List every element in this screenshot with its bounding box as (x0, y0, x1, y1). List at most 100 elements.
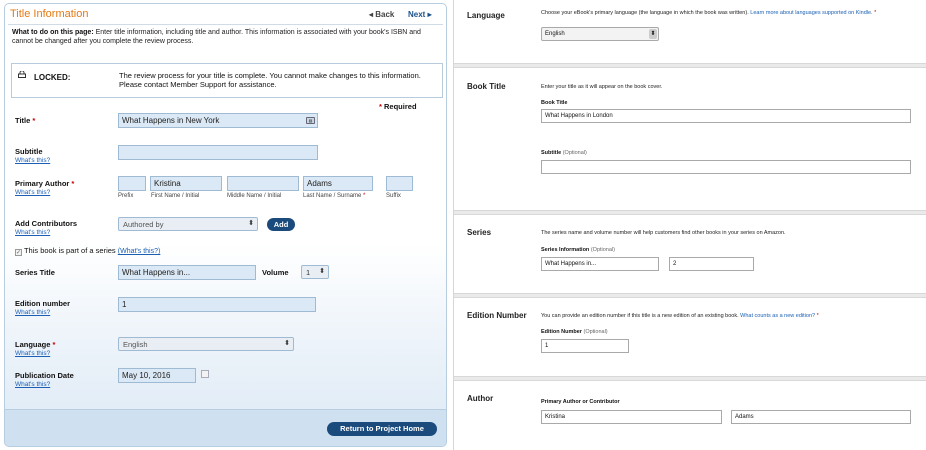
author-whats-this-link[interactable]: What's this? (15, 189, 50, 196)
required-star: * (71, 179, 75, 188)
book-title-section-label: Book Title (467, 82, 506, 91)
series-name-input[interactable]: What Happens in... (541, 257, 659, 271)
title-input-value: What Happens in New York (122, 116, 220, 125)
title-label-text: Title (15, 116, 31, 125)
edition-description-text: You can provide an edition number if thi… (541, 313, 739, 319)
language-whats-this-link[interactable]: What's this? (15, 350, 50, 357)
updown-arrow-icon: ⬍ (319, 268, 325, 275)
primary-author-sublabel: Primary Author or Contributor (541, 399, 620, 405)
panel-title: Title Information (10, 8, 89, 20)
edition-number-input[interactable]: 1 (118, 297, 316, 312)
author-section-label: Author (467, 394, 494, 403)
language-value: English (123, 340, 148, 349)
section-divider (454, 293, 926, 298)
required-star: * (379, 102, 382, 111)
required-label: Required (384, 102, 417, 111)
title-information-panel: Title Information ◂ Back Next ▸ What to … (4, 3, 447, 447)
language-description: Choose your eBook's primary language (th… (541, 10, 911, 17)
kdp-details-panel: Language Choose your eBook's primary lan… (453, 0, 926, 450)
edition-description: You can provide an edition number if thi… (541, 313, 819, 319)
languages-learn-more-link[interactable]: Learn more about languages supported on … (750, 10, 872, 16)
author-first-name-input[interactable]: Kristina (150, 176, 222, 191)
primary-author-label: Primary Author * (15, 179, 74, 188)
author-last-name-input[interactable]: Adams (303, 176, 373, 191)
middle-name-caption: Middle Name / Initial (227, 193, 282, 199)
instructions: What to do on this page: Enter title inf… (12, 28, 440, 46)
author-first-name-field[interactable]: Kristina (541, 410, 722, 424)
edition-number-sublabel: Edition Number (Optional) (541, 329, 608, 335)
publication-date-input[interactable]: May 10, 2016 (118, 368, 196, 383)
new-edition-link[interactable]: What counts as a new edition? (740, 313, 815, 319)
updown-arrow-icon: ⬍ (649, 29, 657, 39)
author-last-name-field[interactable]: Adams (731, 410, 911, 424)
next-link[interactable]: Next ▸ (408, 10, 432, 19)
first-name-caption: First Name / Initial (151, 193, 200, 199)
edition-section-label: Edition Number (467, 311, 527, 320)
updown-arrow-icon: ⬍ (284, 340, 290, 347)
lock-icon (18, 71, 26, 78)
ebook-language-value: English (545, 31, 565, 37)
suffix-caption: Suffix (386, 193, 401, 199)
required-star: * (363, 193, 366, 199)
contributor-role-select[interactable]: Authored by ⬍ (118, 217, 258, 231)
locked-text: The review process for your title is com… (119, 71, 421, 89)
subtitle-sublabel: Subtitle (Optional) (541, 150, 587, 156)
language-section-label: Language (467, 11, 505, 20)
language-select[interactable]: English ⬍ (118, 337, 294, 351)
locked-label: LOCKED: (34, 73, 71, 82)
series-title-input[interactable]: What Happens in... (118, 265, 256, 280)
edition-whats-this-link[interactable]: What's this? (15, 309, 50, 316)
calendar-checkbox[interactable] (201, 370, 209, 378)
author-prefix-input[interactable] (118, 176, 146, 191)
pubdate-whats-this-link[interactable]: What's this? (15, 381, 50, 388)
series-checkbox[interactable]: ✓ (15, 249, 22, 256)
subtitle-input[interactable] (118, 145, 318, 160)
edition-number-field[interactable]: 1 (541, 339, 629, 353)
volume-value: 1 (306, 268, 311, 277)
book-subtitle-input[interactable] (541, 160, 911, 174)
title-label: Title * (15, 116, 35, 125)
optional-tag: (Optional) (562, 150, 587, 156)
required-star: * (32, 116, 36, 125)
edition-number-sublabel-text: Edition Number (541, 329, 582, 335)
series-whats-this-link[interactable]: (What's this?) (118, 248, 161, 255)
series-title-label: Series Title (15, 268, 55, 277)
book-title-description: Enter your title as it will appear on th… (541, 84, 663, 90)
title-input[interactable]: What Happens in New York ▤ (118, 113, 318, 128)
volume-label: Volume (262, 268, 289, 277)
author-suffix-input[interactable] (386, 176, 413, 191)
series-description: The series name and volume number will h… (541, 230, 786, 236)
series-info-sublabel: Series Information (Optional) (541, 247, 615, 253)
primary-author-label-text: Primary Author (15, 179, 70, 188)
subtitle-whats-this-link[interactable]: What's this? (15, 157, 50, 164)
optional-tag: (Optional) (590, 247, 615, 253)
series-section-label: Series (467, 228, 492, 237)
optional-tag: (Optional) (583, 329, 608, 335)
last-name-caption-text: Last Name / Surname (303, 193, 362, 199)
last-name-caption: Last Name / Surname * (303, 193, 365, 199)
author-middle-name-input[interactable] (227, 176, 299, 191)
language-label-text: Language (15, 340, 51, 349)
prefix-caption: Prefix (118, 193, 134, 199)
subtitle-sublabel-text: Subtitle (541, 150, 562, 156)
required-star: * (816, 313, 819, 319)
locked-notice: LOCKED: The review process for your titl… (11, 63, 443, 98)
series-info-sublabel-text: Series Information (541, 247, 590, 253)
ebook-language-select[interactable]: English ⬍ (541, 27, 659, 41)
book-title-sublabel: Book Title (541, 100, 568, 106)
contributor-role-value: Authored by (123, 220, 164, 229)
required-note: * Required (379, 102, 417, 111)
series-checkbox-row: ✓ This book is part of a series (What's … (15, 246, 160, 256)
book-title-input[interactable]: What Happens in London (541, 109, 911, 123)
card-icon: ▤ (306, 117, 315, 124)
return-to-project-home-button[interactable]: Return to Project Home (327, 422, 437, 436)
section-divider (454, 210, 926, 215)
edition-number-label: Edition number (15, 299, 70, 308)
language-label: Language * (15, 340, 55, 349)
back-link[interactable]: ◂ Back (369, 10, 394, 19)
volume-select[interactable]: 1 ⬍ (301, 265, 329, 279)
series-volume-input[interactable]: 2 (669, 257, 754, 271)
add-contributor-button[interactable]: Add (267, 218, 295, 231)
contributors-whats-this-link[interactable]: What's this? (15, 229, 50, 236)
required-star: * (874, 10, 877, 16)
